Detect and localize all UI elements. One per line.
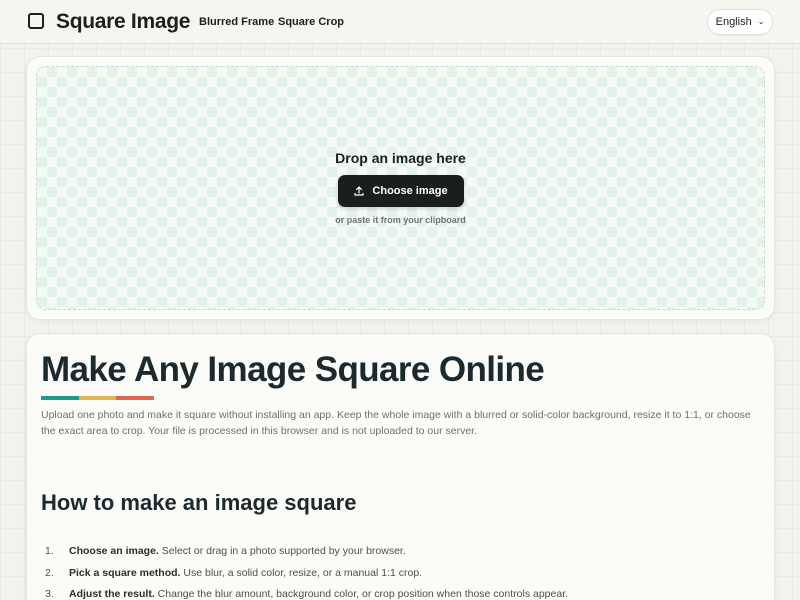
- step-content: Choose an image. Select or drag in a pho…: [69, 544, 406, 558]
- step-description: Use blur, a solid color, resize, or a ma…: [180, 566, 423, 579]
- step-description: Select or drag in a photo supported by y…: [158, 545, 406, 557]
- step-content: Pick a square method. Use blur, a solid …: [69, 566, 422, 580]
- step-number: 3.: [45, 588, 54, 600]
- square-outline-icon[interactable]: [28, 13, 44, 29]
- intro-paragraph: Upload one photo and make it square with…: [41, 409, 751, 437]
- title-accent-underline: [41, 396, 155, 400]
- image-dropzone[interactable]: Drop an image here Choose image or paste…: [36, 66, 765, 310]
- accent-bar-yellow: [78, 396, 117, 400]
- step-description: Change the blur amount, background color…: [154, 588, 569, 600]
- upload-icon: [354, 186, 365, 196]
- brand-logo-text[interactable]: Square Image: [56, 9, 190, 35]
- nav-link-square-crop[interactable]: Square Crop: [278, 15, 344, 29]
- upload-card: Drop an image here Choose image or paste…: [26, 56, 775, 320]
- list-item: 1. Choose an image. Select or drag in a …: [41, 543, 761, 565]
- step-title: Pick a square method.: [69, 566, 181, 579]
- step-number: 2.: [45, 566, 54, 579]
- dropzone-title: Drop an image here: [335, 150, 466, 166]
- choose-image-label: Choose image: [372, 185, 448, 197]
- steps-list: 1. Choose an image. Select or drag in a …: [41, 543, 761, 600]
- chevron-down-icon: ⌄: [757, 17, 765, 26]
- step-title: Choose an image.: [69, 545, 159, 557]
- top-bar: Square Image Blurred Frame Square Crop E…: [0, 0, 800, 44]
- choose-image-button[interactable]: Choose image: [338, 175, 464, 207]
- accent-bar-teal: [41, 396, 79, 400]
- how-to-heading: How to make an image square: [41, 490, 357, 515]
- paste-hint: or paste it from your clipboard: [335, 215, 466, 225]
- step-content: Adjust the result. Change the blur amoun…: [69, 587, 568, 600]
- language-selector[interactable]: English ⌄: [707, 9, 773, 35]
- nav-link-blurred-frame[interactable]: Blurred Frame: [199, 15, 274, 29]
- accent-bar-orange: [116, 396, 155, 400]
- content-card: Make Any Image Square Online Upload one …: [26, 333, 775, 600]
- page-title: Make Any Image Square Online: [41, 350, 545, 389]
- list-item: 2. Pick a square method. Use blur, a sol…: [41, 565, 761, 587]
- step-number: 1.: [45, 545, 54, 557]
- step-title: Adjust the result.: [69, 588, 155, 600]
- language-selected: English: [715, 16, 752, 28]
- list-item: 3. Adjust the result. Change the blur am…: [41, 586, 761, 600]
